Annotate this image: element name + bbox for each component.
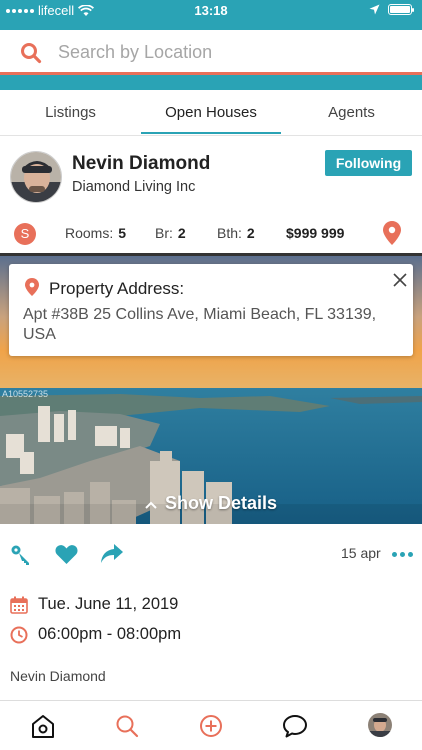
show-details-label: Show Details xyxy=(164,493,278,513)
calendar-icon xyxy=(10,596,28,614)
listing-stats: S Rooms: 5 Br: 2 Bth: 2 $999 999 xyxy=(0,217,422,253)
battery-icon xyxy=(388,4,414,15)
following-button[interactable]: Following xyxy=(325,150,412,176)
chat-icon[interactable] xyxy=(282,713,308,739)
search-input[interactable] xyxy=(58,39,398,65)
tab-bar: Listings Open Houses Agents xyxy=(0,90,422,136)
bedrooms-stat: Br: 2 xyxy=(155,225,186,241)
map-pin-icon[interactable] xyxy=(383,221,401,245)
profile-avatar[interactable] xyxy=(368,713,392,737)
location-pin-icon xyxy=(25,278,39,296)
location-arrow-icon xyxy=(369,4,380,15)
share-icon[interactable] xyxy=(100,544,123,564)
event-time-row: 06:00pm - 08:00pm xyxy=(0,622,422,650)
rooms-stat: Rooms: 5 xyxy=(65,225,127,241)
listing-type-badge: S xyxy=(14,223,36,245)
tab-open-houses[interactable]: Open Houses xyxy=(141,90,281,136)
heart-icon[interactable] xyxy=(55,544,78,565)
chevron-up-icon xyxy=(145,501,157,509)
bottom-nav xyxy=(0,700,422,750)
status-time: 13:18 xyxy=(194,3,228,18)
address-title: Property Address: xyxy=(49,279,185,298)
event-date: Tue. June 11, 2019 xyxy=(38,595,179,613)
search-bar xyxy=(0,30,422,75)
search-icon[interactable] xyxy=(114,713,140,739)
status-right xyxy=(369,4,414,15)
key-icon[interactable] xyxy=(10,544,32,566)
agent-row: Nevin Diamond Diamond Living Inc Followi… xyxy=(0,137,422,217)
event-date-row: Tue. June 11, 2019 xyxy=(0,592,422,620)
event-time: 06:00pm - 08:00pm xyxy=(38,625,182,643)
more-icon[interactable] xyxy=(392,552,413,557)
add-icon[interactable] xyxy=(198,713,224,739)
tab-listings[interactable]: Listings xyxy=(0,90,141,136)
address-card: Property Address: Apt #38B 25 Collins Av… xyxy=(9,264,413,356)
agent-company: Diamond Living Inc xyxy=(72,179,196,195)
photo-watermark: A10552735 xyxy=(2,389,49,399)
show-details-button[interactable]: Show Details xyxy=(0,493,422,514)
bathrooms-stat: Bth: 2 xyxy=(217,225,255,241)
event-host: Nevin Diamond xyxy=(10,668,106,684)
address-text: Apt #38B 25 Collins Ave, Miami Beach, FL… xyxy=(23,306,377,343)
home-icon[interactable] xyxy=(30,713,56,739)
search-icon[interactable] xyxy=(20,42,42,64)
agent-name[interactable]: Nevin Diamond xyxy=(72,153,210,175)
avatar[interactable] xyxy=(10,151,62,203)
active-tab-indicator xyxy=(141,132,281,134)
actions-row: 15 apr xyxy=(0,536,422,572)
clock-icon xyxy=(10,626,28,644)
tab-agents[interactable]: Agents xyxy=(281,90,422,136)
listing-date: 15 apr xyxy=(341,545,381,561)
status-bar: lifecell 13:18 xyxy=(0,0,422,22)
close-icon[interactable] xyxy=(391,271,409,289)
price: $999 999 xyxy=(286,225,345,241)
